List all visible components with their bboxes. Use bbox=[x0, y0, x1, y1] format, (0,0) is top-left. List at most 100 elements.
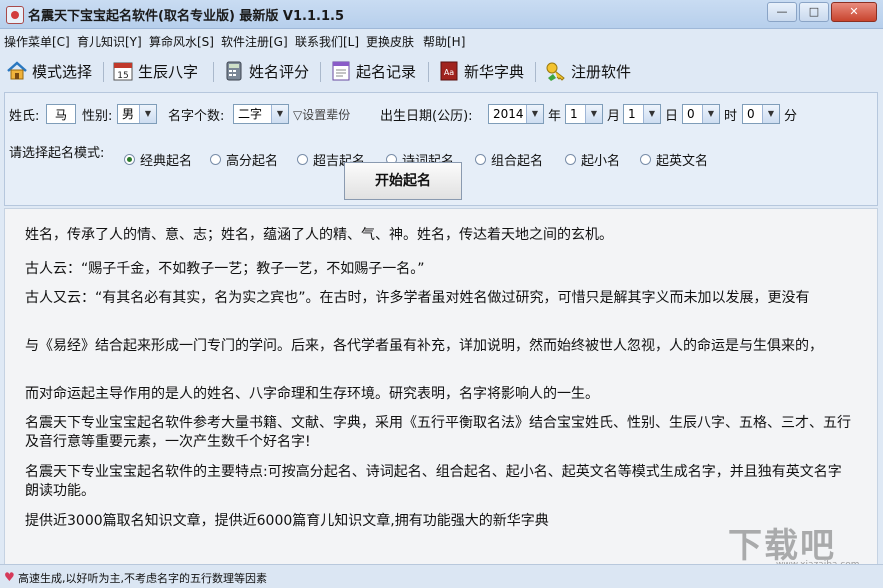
gender-select[interactable]: 男 ▼ bbox=[117, 104, 157, 124]
birth-bazi-label: 生辰八字 bbox=[138, 62, 199, 81]
radio-icon bbox=[124, 154, 135, 165]
name-score-button[interactable]: 姓名评分 bbox=[223, 58, 309, 84]
window-title: 名震天下宝宝起名软件(取名专业版) 最新版 V1.1.1.5 bbox=[28, 9, 344, 24]
mode-label-text: 经典起名 bbox=[140, 154, 193, 169]
name-count-select[interactable]: 二字 ▼ bbox=[233, 104, 289, 124]
birth-date-label: 出生日期(公历): bbox=[380, 109, 473, 124]
mode-radio-combo[interactable]: 组合起名 bbox=[475, 150, 543, 169]
calendar-icon: 15 bbox=[112, 60, 134, 82]
radio-icon bbox=[210, 154, 221, 165]
key-icon bbox=[545, 60, 567, 82]
dictionary-icon: Aa bbox=[438, 60, 460, 82]
intro-paragraph: 而对命运起主导作用的是人的姓名、八字命理和生存环境。研究表明，名字将影响人的一生… bbox=[25, 386, 599, 402]
register-button[interactable]: 注册软件 bbox=[545, 58, 631, 84]
home-icon bbox=[6, 60, 28, 82]
menu-bar: 操作菜单[C] 育儿知识[Y] 算命风水[S] 软件注册[G] 联系我们[L] … bbox=[0, 30, 883, 52]
toolbar-divider bbox=[320, 62, 321, 82]
year-unit: 年 bbox=[548, 109, 562, 124]
chevron-down-icon: ▼ bbox=[702, 105, 719, 123]
name-count-label: 名字个数: bbox=[168, 109, 225, 124]
mode-label-text: 起小名 bbox=[581, 154, 621, 169]
chevron-down-icon: ▼ bbox=[526, 105, 543, 123]
mode-select-label: 模式选择 bbox=[32, 62, 93, 81]
day-select[interactable]: 1 ▼ bbox=[623, 104, 661, 124]
window-controls: — □ ✕ bbox=[767, 2, 877, 22]
radio-icon bbox=[475, 154, 486, 165]
mode-radio-nickname[interactable]: 起小名 bbox=[565, 150, 620, 169]
close-button[interactable]: ✕ bbox=[831, 2, 877, 22]
toolbar-divider bbox=[103, 62, 104, 82]
naming-record-label: 起名记录 bbox=[356, 62, 417, 81]
gender-value: 男 bbox=[122, 107, 135, 121]
radio-icon bbox=[565, 154, 576, 165]
chevron-down-icon: ▼ bbox=[139, 105, 156, 123]
app-icon bbox=[6, 6, 24, 24]
month-select[interactable]: 1 ▼ bbox=[565, 104, 603, 124]
mode-label-text: 起英文名 bbox=[656, 154, 709, 169]
mode-radio-high-score[interactable]: 高分起名 bbox=[210, 150, 278, 169]
svg-text:15: 15 bbox=[117, 71, 128, 81]
intro-paragraph: 古人又云：“有其名必有其实，名为实之宾也”。在古时，许多学者虽对姓名做过研究，可… bbox=[25, 290, 810, 306]
status-text: 高速生成,以好听为主,不考虑名字的五行数理等因素 bbox=[18, 572, 267, 585]
intro-paragraph: 姓名，传承了人的情、意、志；姓名，蕴涵了人的精、气、神。姓名，传达着天地之间的玄… bbox=[25, 227, 613, 243]
minute-select[interactable]: 0 ▼ bbox=[742, 104, 780, 124]
hour-value: 0 bbox=[687, 107, 695, 121]
menu-register[interactable]: 软件注册[G] bbox=[221, 33, 288, 50]
chevron-down-icon: ▼ bbox=[762, 105, 779, 123]
mode-label-text: 高分起名 bbox=[226, 154, 279, 169]
radio-icon bbox=[640, 154, 651, 165]
svg-text:Aa: Aa bbox=[444, 68, 454, 77]
menu-contact[interactable]: 联系我们[L] bbox=[295, 33, 359, 50]
toolbar-divider bbox=[535, 62, 536, 82]
mode-select-button[interactable]: 模式选择 bbox=[6, 58, 92, 84]
minimize-button[interactable]: — bbox=[767, 2, 797, 22]
intro-text-area: 姓名，传承了人的情、意、志；姓名，蕴涵了人的精、气、神。姓名，传达着天地之间的玄… bbox=[4, 208, 878, 566]
toolbar: 模式选择 15 生辰八字 姓名评分 起名记录 Aa 新华字典 注册软件 bbox=[0, 54, 883, 88]
naming-record-button[interactable]: 起名记录 bbox=[330, 58, 416, 84]
day-value: 1 bbox=[628, 107, 636, 121]
intro-paragraph: 古人云：“赐子千金，不如教子一艺；教子一艺，不如赐子一名。” bbox=[25, 261, 425, 277]
heart-icon: ♥ bbox=[4, 570, 15, 584]
birth-bazi-button[interactable]: 15 生辰八字 bbox=[112, 58, 198, 84]
hour-unit: 时 bbox=[724, 109, 738, 124]
radio-icon bbox=[297, 154, 308, 165]
mode-radio-english[interactable]: 起英文名 bbox=[640, 150, 708, 169]
record-icon bbox=[330, 60, 352, 82]
surname-label: 姓氏: bbox=[9, 109, 40, 124]
surname-input[interactable]: 马 bbox=[46, 104, 76, 124]
gender-label: 性别: bbox=[82, 109, 113, 124]
status-bar: ♥ 高速生成,以好听为主,不考虑名字的五行数理等因素 bbox=[0, 564, 883, 588]
chevron-down-icon: ▼ bbox=[585, 105, 602, 123]
register-label: 注册软件 bbox=[571, 62, 632, 81]
maximize-button[interactable]: □ bbox=[799, 2, 829, 22]
intro-paragraph: 与《易经》结合起来形成一门专门的学问。后来，各代学者虽有补充，详加说明，然而始终… bbox=[25, 338, 823, 354]
minute-unit: 分 bbox=[784, 109, 798, 124]
name-count-value: 二字 bbox=[238, 107, 263, 121]
toolbar-divider bbox=[213, 62, 214, 82]
menu-operate[interactable]: 操作菜单[C] bbox=[4, 33, 70, 50]
set-fixed-word-link[interactable]: ▽设置辈份 bbox=[293, 106, 350, 123]
title-bar: 名震天下宝宝起名软件(取名专业版) 最新版 V1.1.1.5 — □ ✕ bbox=[0, 0, 883, 29]
chevron-down-icon: ▼ bbox=[643, 105, 660, 123]
year-select[interactable]: 2014 ▼ bbox=[488, 104, 544, 124]
day-unit: 日 bbox=[665, 109, 679, 124]
menu-help[interactable]: 帮助[H] bbox=[423, 33, 465, 50]
chevron-down-icon: ▼ bbox=[271, 105, 288, 123]
hour-select[interactable]: 0 ▼ bbox=[682, 104, 720, 124]
minute-value: 0 bbox=[747, 107, 755, 121]
xinhua-dict-button[interactable]: Aa 新华字典 bbox=[438, 58, 524, 84]
intro-paragraph: 名震天下专业宝宝起名软件参考大量书籍、文献、字典，采用《五行平衡取名法》结合宝宝… bbox=[25, 415, 851, 450]
month-unit: 月 bbox=[607, 109, 621, 124]
name-score-label: 姓名评分 bbox=[249, 62, 310, 81]
xinhua-dict-label: 新华字典 bbox=[464, 62, 525, 81]
menu-parenting[interactable]: 育儿知识[Y] bbox=[77, 33, 142, 50]
menu-fortune[interactable]: 算命风水[S] bbox=[149, 33, 214, 50]
start-naming-button[interactable]: 开始起名 bbox=[344, 162, 462, 200]
mode-radio-classic[interactable]: 经典起名 bbox=[124, 150, 192, 169]
toolbar-divider bbox=[428, 62, 429, 82]
year-value: 2014 bbox=[493, 107, 524, 121]
mode-label-text: 组合起名 bbox=[491, 154, 544, 169]
intro-paragraph: 名震天下专业宝宝起名软件的主要特点:可按高分起名、诗词起名、组合起名、起小名、起… bbox=[25, 464, 842, 499]
menu-skin[interactable]: 更换皮肤 bbox=[366, 33, 414, 50]
calculator-icon bbox=[223, 60, 245, 82]
